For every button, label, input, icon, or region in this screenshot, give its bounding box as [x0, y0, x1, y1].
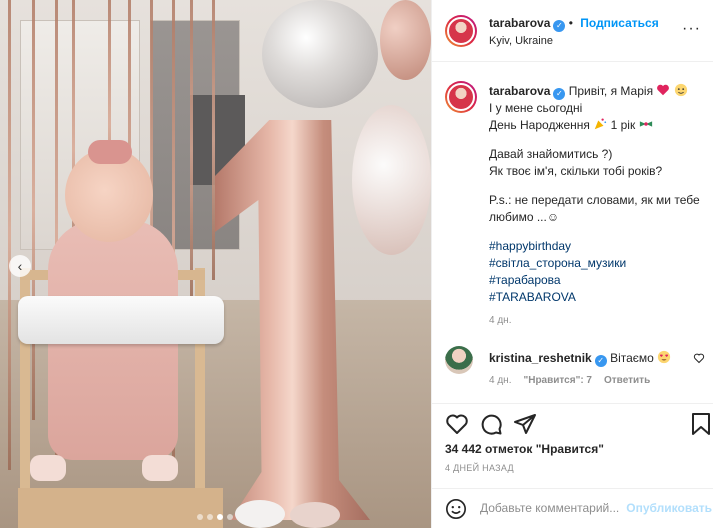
post-photo[interactable]: ‹	[0, 0, 431, 528]
high-chair-footrest	[18, 488, 223, 528]
caption-line: День Народження	[489, 118, 590, 132]
publish-button[interactable]: Опубликовать	[626, 501, 712, 515]
comments-list[interactable]: tarabarova ✓ Привіт, я Марія І у мене сьо…	[432, 63, 713, 403]
separator: •	[568, 16, 573, 30]
caption-line: 1 рік	[610, 118, 636, 132]
hashtag-link[interactable]: #happybirthday	[489, 238, 709, 255]
author-username[interactable]: tarabarova	[489, 16, 550, 30]
emoji-icon[interactable]	[445, 498, 467, 520]
caption-line: Привіт, я Марія	[568, 84, 654, 98]
follow-button[interactable]: Подписаться	[580, 16, 658, 30]
post-side-panel: tarabarova ✓ • Подписаться Kyiv, Ukraine …	[431, 0, 713, 528]
bow-emoji-icon	[639, 121, 652, 127]
avatar[interactable]	[445, 15, 477, 47]
carousel-dots	[197, 514, 233, 520]
comment-text: Вітаємо	[610, 351, 654, 365]
baby-emoji-icon	[674, 83, 687, 97]
baby-foot	[142, 455, 178, 481]
bookmark-icon[interactable]	[690, 412, 712, 436]
caption-time[interactable]: 4 дн.	[489, 315, 511, 326]
heart-eyes-emoji-icon	[658, 350, 671, 364]
carousel-dot	[227, 514, 233, 520]
tinsel-strand	[212, 0, 215, 280]
verified-icon: ✓	[553, 88, 566, 100]
comment-icon[interactable]	[479, 412, 503, 436]
caption-line: P.s.: не передати словами, як ми тебе лю…	[489, 193, 700, 224]
red-heart-icon	[657, 84, 670, 96]
hashtag-link[interactable]: #тарабарова	[489, 272, 709, 289]
white-balloon	[235, 500, 285, 528]
hashtag-link[interactable]: #світла_сторона_музики	[489, 255, 709, 272]
comment-input[interactable]	[480, 497, 640, 519]
carousel-dot	[197, 514, 203, 520]
comment-likes[interactable]: "Нравится": 7	[523, 375, 592, 386]
caption-line: Давай знайомитись ?)	[489, 147, 613, 161]
location-link[interactable]: Kyiv, Ukraine	[489, 35, 553, 47]
commenter-username[interactable]: kristina_reshetnik	[489, 351, 592, 365]
silver-balloon	[262, 0, 378, 108]
add-comment-bar: Опубликовать	[432, 488, 713, 528]
tinsel-strand	[8, 0, 11, 470]
post-date[interactable]: 4 ДНЕЙ НАЗАД	[445, 463, 514, 473]
commenter-avatar[interactable]	[445, 346, 473, 374]
hair-bow	[88, 140, 132, 164]
caption-username[interactable]: tarabarova	[489, 84, 550, 98]
hashtag-link[interactable]: #TARABAROVA	[489, 289, 709, 306]
pink-balloon	[290, 502, 340, 528]
high-chair-tray	[18, 296, 224, 344]
more-icon[interactable]: ···	[682, 20, 701, 38]
share-icon[interactable]	[513, 412, 537, 436]
chevron-left-icon[interactable]: ‹	[9, 255, 31, 277]
caption-line: І у мене сьогодні	[489, 101, 583, 115]
avatar[interactable]	[445, 81, 477, 113]
confetti-balloon	[352, 105, 431, 255]
rose-gold-balloon	[380, 0, 431, 80]
likes-count[interactable]: 34 442 отметок "Нравится"	[445, 442, 604, 456]
verified-icon: ✓	[553, 20, 566, 32]
carousel-dot-active	[217, 514, 223, 520]
baby-foot	[30, 455, 66, 481]
verified-icon: ✓	[594, 355, 607, 367]
tinsel-strand	[190, 0, 193, 300]
caption-line: Як твоє ім'я, скільки тобі років?	[489, 164, 663, 178]
carousel-dot	[207, 514, 213, 520]
heart-icon[interactable]	[445, 412, 469, 436]
like-comment-heart-icon[interactable]	[693, 352, 705, 364]
reply-button[interactable]: Ответить	[604, 375, 650, 386]
party-popper-icon	[595, 118, 607, 130]
action-bar	[432, 403, 713, 443]
post-header: tarabarova ✓ • Подписаться Kyiv, Ukraine …	[432, 0, 713, 62]
comment-time[interactable]: 4 дн.	[489, 375, 511, 386]
